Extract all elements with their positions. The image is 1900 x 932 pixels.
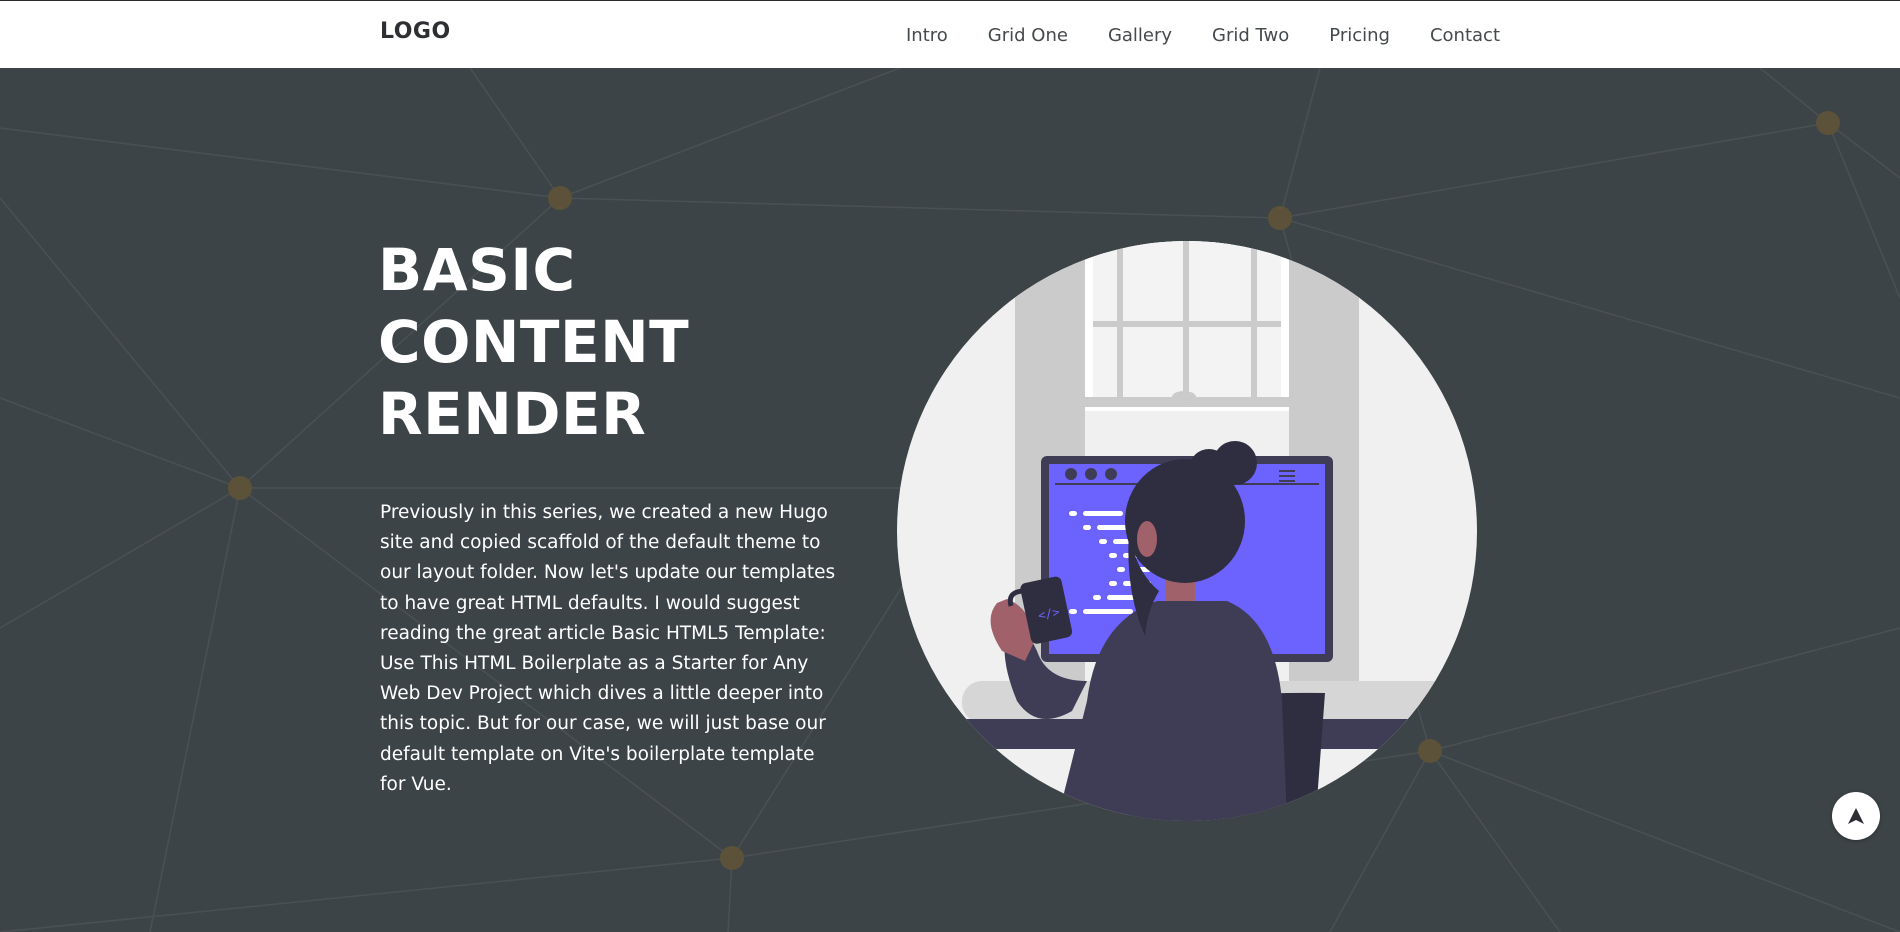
main-nav: Intro Grid One Gallery Grid Two Pricing … [906,1,1500,69]
logo[interactable]: LOGO [380,19,451,44]
developer-at-computer-illustration: </> [897,241,1477,821]
hero-section: BASIC CONTENT RENDER Previously in this … [0,68,1900,932]
nav-link-gallery[interactable]: Gallery [1108,25,1172,46]
nav-link-intro[interactable]: Intro [906,25,948,46]
hero-title: BASIC CONTENT RENDER [378,234,858,450]
nav-link-pricing[interactable]: Pricing [1329,25,1390,46]
hero-title-line: RENDER [378,380,647,448]
nav-link-grid-one[interactable]: Grid One [988,25,1068,46]
hero-title-line: BASIC [378,236,576,304]
arrow-up-icon [1848,808,1864,824]
scroll-to-top-button[interactable] [1832,792,1880,840]
nav-link-contact[interactable]: Contact [1430,25,1500,46]
nav-link-grid-two[interactable]: Grid Two [1212,25,1289,46]
navbar: LOGO Intro Grid One Gallery Grid Two Pri… [0,0,1900,68]
hero-title-line: CONTENT [378,308,690,376]
hero-description: Previously in this series, we created a … [380,502,836,795]
